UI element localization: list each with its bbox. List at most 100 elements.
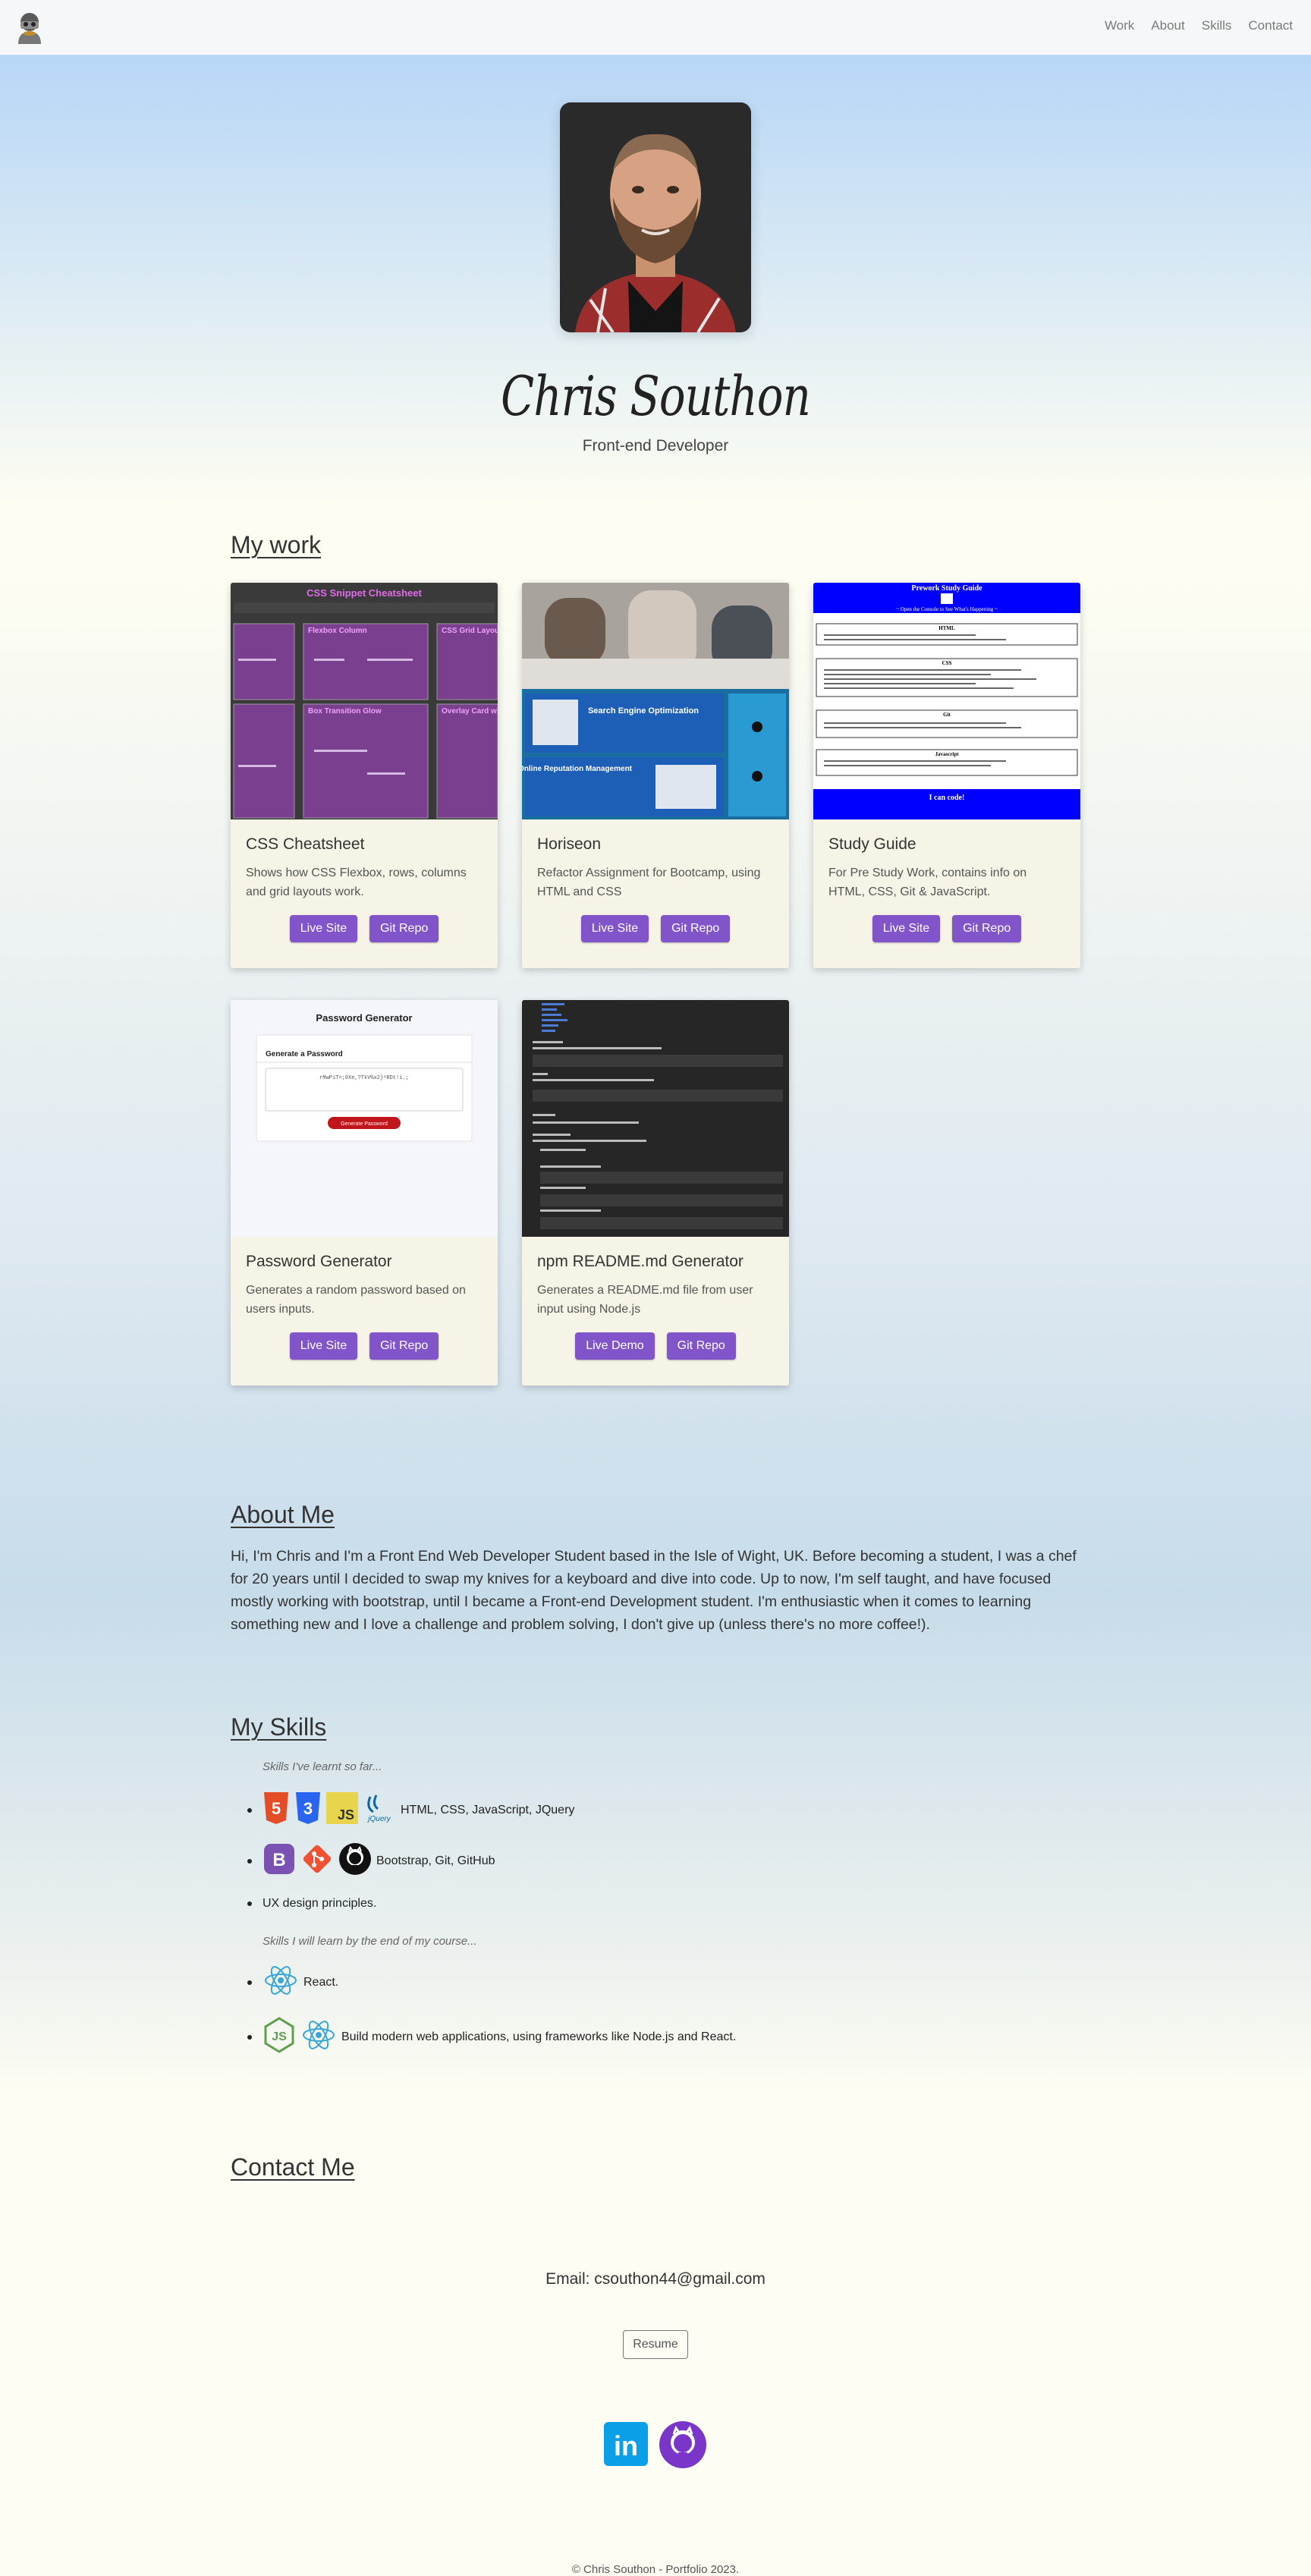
skill-row-web: 5 3 JS jQuery HTML, CSS, JavaScript, JQu… bbox=[247, 1792, 574, 1828]
linkedin-icon[interactable]: in bbox=[604, 2422, 648, 2470]
skill-text: Bootstrap, Git, GitHub bbox=[376, 1854, 495, 1867]
svg-text:Overlay Card wit: Overlay Card wit bbox=[442, 707, 498, 716]
project-card-horiseon: Search Engine Optimization Online Reputa… bbox=[522, 583, 789, 968]
project-thumbnail-css[interactable]: CSS Snippet Cheatsheet Flexbox Column CS… bbox=[231, 583, 498, 819]
svg-text:JS: JS bbox=[338, 1807, 354, 1823]
git-repo-button[interactable]: Git Repo bbox=[952, 915, 1022, 942]
git-repo-button[interactable]: Git Repo bbox=[369, 915, 439, 942]
html5-icon: 5 bbox=[263, 1792, 290, 1828]
section-title-contact: Contact Me bbox=[231, 2153, 355, 2181]
about-paragraph: Hi, I'm Chris and I'm a Front End Web De… bbox=[231, 1548, 1077, 1633]
svg-text:B: B bbox=[272, 1850, 285, 1870]
react-icon bbox=[300, 2018, 337, 2055]
svg-text:3: 3 bbox=[303, 1799, 313, 1818]
project-description: Refactor Assignment for Bootcamp, using … bbox=[537, 867, 761, 898]
svg-text:Prework Study Guide: Prework Study Guide bbox=[911, 584, 982, 593]
project-card-readme-generator: npm README.md Generator Generates a READ… bbox=[522, 1000, 789, 1386]
nav-link-about[interactable]: About bbox=[1151, 18, 1184, 33]
hero-role: Front-end Developer bbox=[582, 437, 729, 454]
bullet bbox=[247, 1980, 252, 1985]
resume-button[interactable]: Resume bbox=[623, 2330, 688, 2359]
skill-text: Build modern web applications, using fra… bbox=[341, 2030, 737, 2043]
svg-text:rMwPiT=;0Xe,?TkV%x2}^RDt!i.;: rMwPiT=;0Xe,?TkV%x2}^RDt!i.; bbox=[319, 1074, 409, 1081]
section-title-skills: My Skills bbox=[231, 1713, 327, 1741]
skill-row-frameworks: JS Build modern web applications, using … bbox=[247, 2017, 736, 2057]
avatar-logo-icon[interactable] bbox=[15, 11, 44, 44]
nav-link-work[interactable]: Work bbox=[1105, 18, 1134, 33]
svg-text:Flexbox Column: Flexbox Column bbox=[308, 627, 367, 635]
profile-photo bbox=[560, 102, 751, 332]
skill-row-react: React. bbox=[247, 1964, 338, 2001]
section-title-about: About Me bbox=[231, 1501, 335, 1528]
react-icon bbox=[263, 1964, 299, 2001]
git-repo-button[interactable]: Git Repo bbox=[666, 1332, 736, 1360]
project-card-css-cheatsheet: CSS Snippet Cheatsheet Flexbox Column CS… bbox=[231, 583, 498, 968]
skill-row-ux: UX design principles. bbox=[247, 1897, 376, 1911]
nav-link-skills[interactable]: Skills bbox=[1202, 18, 1232, 33]
svg-text:JS: JS bbox=[272, 2030, 287, 2043]
git-icon bbox=[300, 1842, 334, 1879]
footer-copyright: © Chris Southon - Portfolio 2023. bbox=[571, 2563, 740, 2576]
contact-email[interactable]: Email: csouthon44@gmail.com bbox=[0, 2270, 1311, 2288]
project-title: Study Guide bbox=[828, 835, 916, 853]
svg-text:Search Engine Optimization: Search Engine Optimization bbox=[588, 706, 699, 716]
live-demo-button[interactable]: Live Demo bbox=[575, 1332, 655, 1360]
svg-text:Password Generator: Password Generator bbox=[316, 1012, 412, 1024]
nodejs-icon: JS bbox=[263, 2017, 296, 2057]
git-repo-button[interactable]: Git Repo bbox=[369, 1332, 439, 1360]
project-description: Generates a random password based on use… bbox=[246, 1284, 466, 1316]
svg-text:CSS Snippet Cheatsheet: CSS Snippet Cheatsheet bbox=[307, 587, 422, 599]
svg-text:in: in bbox=[614, 2430, 638, 2461]
live-site-button[interactable]: Live Site bbox=[289, 915, 358, 942]
github-icon[interactable] bbox=[659, 2420, 707, 2473]
project-description: Shows how CSS Flexbox, rows, columns and… bbox=[246, 867, 467, 898]
project-thumbnail-study-guide[interactable]: Prework Study Guide ~ Open the Console t… bbox=[813, 583, 1080, 819]
svg-text:Box Transition Glow: Box Transition Glow bbox=[308, 707, 382, 716]
svg-text:5: 5 bbox=[272, 1799, 281, 1818]
project-description: For Pre Study Work, contains info on HTM… bbox=[828, 867, 1027, 898]
nav-link-contact[interactable]: Contact bbox=[1248, 18, 1293, 33]
project-title: Password Generator bbox=[246, 1253, 392, 1270]
svg-text:Git: Git bbox=[943, 712, 951, 718]
project-description: Generates a README.md file from user inp… bbox=[537, 1284, 753, 1316]
bootstrap-icon: B bbox=[263, 1842, 296, 1879]
bullet bbox=[247, 1901, 252, 1906]
svg-text:HTML: HTML bbox=[938, 625, 955, 631]
svg-text:Javascript: Javascript bbox=[935, 751, 959, 757]
skill-text: HTML, CSS, JavaScript, JQuery bbox=[401, 1803, 575, 1816]
project-thumbnail-horiseon[interactable]: Search Engine Optimization Online Reputa… bbox=[522, 583, 789, 819]
project-card-password-generator: Password Generator Generate a Password r… bbox=[231, 1000, 498, 1386]
project-thumbnail-password[interactable]: Password Generator Generate a Password r… bbox=[231, 1000, 498, 1237]
live-site-button[interactable]: Live Site bbox=[580, 915, 649, 942]
svg-text:Online Reputation Management: Online Reputation Management bbox=[522, 765, 633, 773]
github-icon bbox=[338, 1842, 372, 1879]
skill-text: UX design principles. bbox=[263, 1897, 377, 1910]
live-site-button[interactable]: Live Site bbox=[289, 1332, 358, 1360]
live-site-button[interactable]: Live Site bbox=[872, 915, 941, 942]
jquery-icon: jQuery bbox=[363, 1792, 396, 1828]
svg-text:~ Open the Console to See What: ~ Open the Console to See What's Happeni… bbox=[896, 606, 998, 612]
section-title-work: My work bbox=[231, 531, 322, 558]
skills-learnt-note: Skills I've learnt so far... bbox=[263, 1760, 382, 1773]
project-thumbnail-readme[interactable] bbox=[522, 1000, 789, 1237]
bullet bbox=[247, 1807, 252, 1813]
svg-text:Generate a Password: Generate a Password bbox=[266, 1050, 343, 1058]
hero-name: Chris Southon bbox=[501, 364, 811, 428]
svg-text:CSS: CSS bbox=[942, 660, 952, 666]
bullet bbox=[247, 2034, 252, 2040]
svg-text:CSS Grid Layout: CSS Grid Layout bbox=[442, 627, 498, 635]
svg-text:Generate Password: Generate Password bbox=[341, 1121, 388, 1127]
javascript-icon: JS bbox=[326, 1792, 358, 1828]
project-card-study-guide: Prework Study Guide ~ Open the Console t… bbox=[813, 583, 1080, 968]
project-title: npm README.md Generator bbox=[537, 1253, 744, 1270]
navbar: Work About Skills Contact bbox=[0, 0, 1311, 55]
svg-text:I can code!: I can code! bbox=[929, 794, 965, 802]
skill-text: React. bbox=[303, 1975, 339, 1989]
svg-text:jQuery: jQuery bbox=[366, 1815, 391, 1823]
project-title: Horiseon bbox=[537, 835, 602, 853]
project-title: CSS Cheatsheet bbox=[246, 835, 365, 853]
css3-icon: 3 bbox=[294, 1792, 322, 1828]
skill-row-tools: B Bootstrap, Git, GitHub bbox=[247, 1842, 495, 1879]
bullet bbox=[247, 1858, 252, 1864]
git-repo-button[interactable]: Git Repo bbox=[661, 915, 731, 942]
